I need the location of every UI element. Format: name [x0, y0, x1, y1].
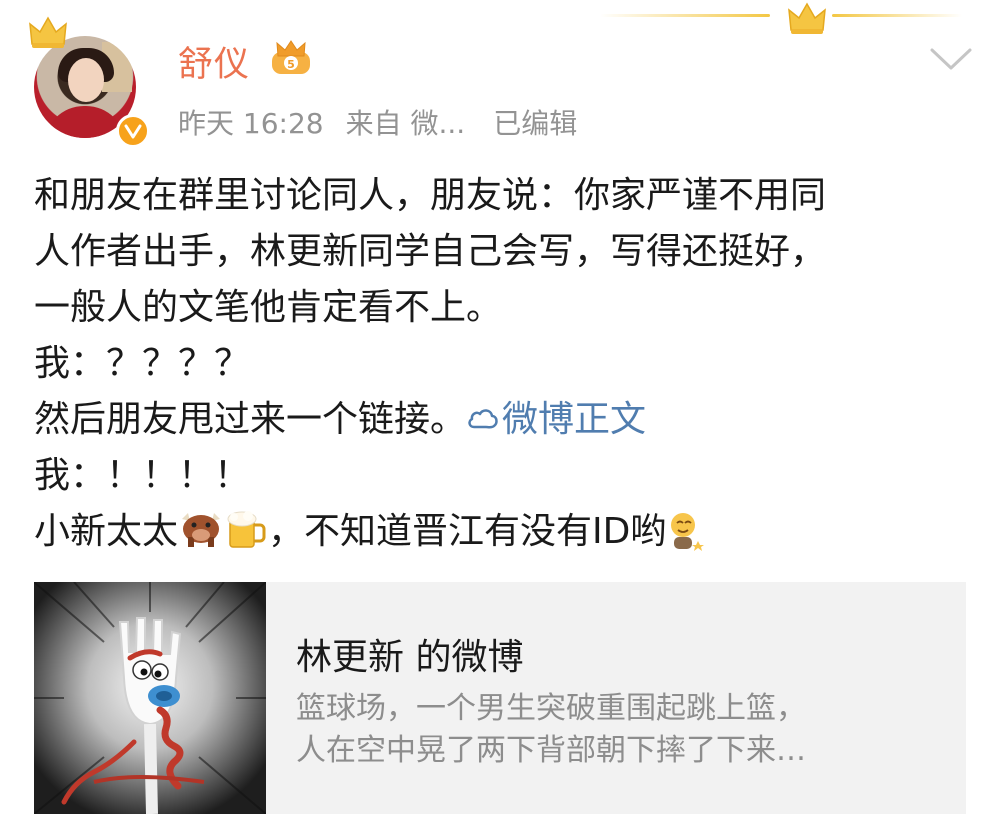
forky-thumbnail-image — [34, 582, 266, 814]
card-description: 篮球场，一个男生突破重围起跳上篮， 人在空中晃了两下背部朝下摔了下来… — [296, 688, 936, 772]
shy-emoji — [671, 513, 705, 551]
weibo-link[interactable]: 微博正文 — [466, 399, 646, 440]
member-crown-icon[interactable]: 5 — [269, 38, 313, 78]
source[interactable]: 来自 微... — [346, 107, 466, 140]
post-line: 我：？？？？ — [34, 343, 251, 384]
decor-gold-line-right — [832, 14, 962, 17]
edited-label[interactable]: 已编辑 — [493, 107, 577, 140]
post-line: 人作者出手，林更新同学自己会写，写得还挺好， — [34, 231, 827, 272]
card-desc-line: 篮球场，一个男生突破重围起跳上篮， — [296, 691, 806, 726]
post-line-with-emoji: 小新太太 ，不知道晋江有没有ID哟 — [34, 504, 974, 560]
shared-post-card[interactable]: 林更新 的微博 篮球场，一个男生突破重围起跳上篮， 人在空中晃了两下背部朝下摔了… — [34, 582, 966, 814]
username[interactable]: 舒仪 — [178, 36, 250, 87]
card-title: 林更新 的微博 — [296, 637, 524, 678]
beer-emoji — [227, 511, 266, 548]
avatar-crown-icon — [29, 16, 67, 48]
gold-crown-icon — [788, 2, 826, 34]
post-line: 小新太太 — [34, 511, 179, 552]
post-line: 和朋友在群里讨论同人，朋友说：你家严谨不用同 — [34, 175, 827, 216]
post-line-with-link: 然后朋友甩过来一个链接。 微博正文 — [34, 392, 974, 448]
weibo-link-label: 微博正文 — [502, 399, 647, 440]
verified-v-icon — [116, 114, 150, 148]
card-thumbnail — [34, 582, 266, 814]
avatar[interactable] — [28, 16, 150, 148]
weibo-link-icon — [468, 409, 498, 429]
card-desc-line: 人在空中晃了两下背部朝下摔了下来… — [296, 733, 806, 768]
post-line: 然后朋友甩过来一个链接。 — [34, 399, 467, 440]
post-line: ，不知道晋江有没有ID哟 — [268, 511, 667, 552]
post-body: 和朋友在群里讨论同人，朋友说：你家严谨不用同 人作者出手，林更新同学自己会写，写… — [34, 168, 974, 560]
post-line: 我：！！！！ — [34, 455, 251, 496]
decor-gold-line-left — [600, 14, 770, 17]
svg-text:5: 5 — [287, 58, 295, 71]
post-line: 一般人的文笔他肯定看不上。 — [34, 287, 503, 328]
ox-emoji — [182, 513, 221, 547]
timestamp: 昨天 16:28 — [178, 107, 324, 140]
post-meta: 昨天 16:28 来自 微... 已编辑 — [178, 102, 599, 142]
chevron-down-icon[interactable] — [928, 44, 974, 74]
